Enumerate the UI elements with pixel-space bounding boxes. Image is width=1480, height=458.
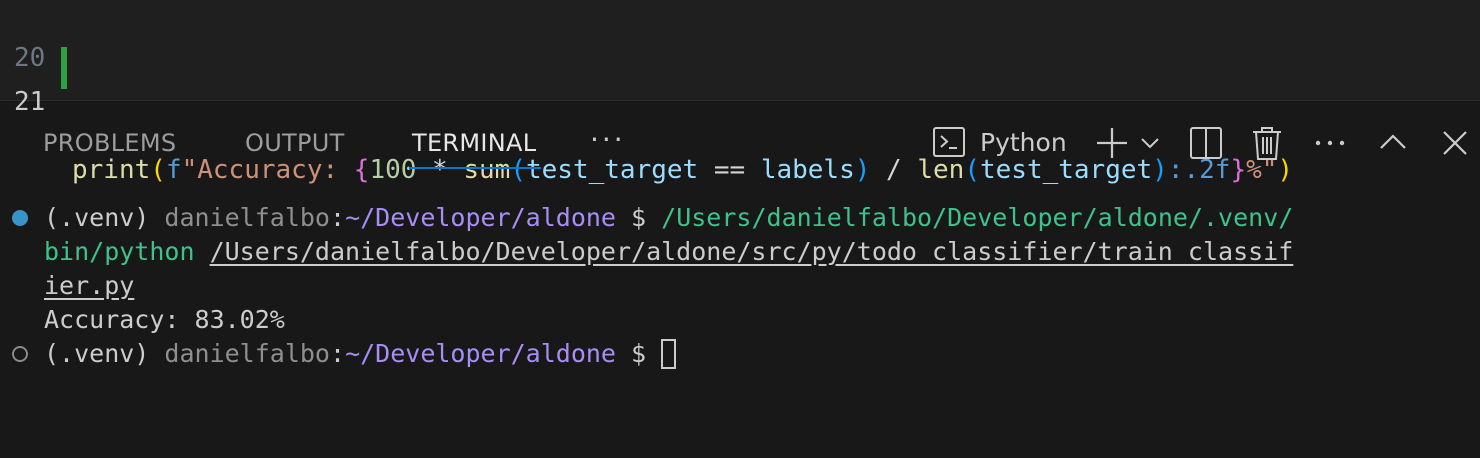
terminal-icon <box>933 127 965 157</box>
prompt-path: ~/Developer/aldone <box>345 203 616 232</box>
file-path-link[interactable]: /Users/danielfalbo/Developer/aldone/src/… <box>210 237 1294 266</box>
trash-icon <box>1253 127 1281 160</box>
add-icon <box>1097 128 1127 158</box>
prompt-separator: : <box>330 339 346 368</box>
tab-terminal[interactable]: TERMINAL <box>409 129 542 169</box>
chevron-up-icon <box>1380 134 1406 149</box>
active-tab-indicator <box>409 167 542 169</box>
command-pending-decoration[interactable] <box>12 346 28 362</box>
editor-line-21[interactable]: 21 print(f"Accuracy: {100 * sum(test_tar… <box>0 47 1293 185</box>
prompt-user: danielfalbo <box>164 203 330 232</box>
prompt-separator: : <box>330 203 346 232</box>
terminal-line: bin/python /Users/danielfalbo/Developer/… <box>44 235 1293 269</box>
kill-terminal-button[interactable] <box>1250 123 1284 163</box>
new-terminal-button[interactable] <box>1092 123 1132 163</box>
command-space <box>195 237 210 266</box>
terminal-output[interactable]: (.venv) danielfalbo:~/Developer/aldone $… <box>0 200 1480 458</box>
terminal-line: (.venv) danielfalbo:~/Developer/aldone $… <box>44 201 1293 235</box>
venv-prefix: (.venv) <box>44 339 165 368</box>
prompt-symbol: $ <box>616 339 662 368</box>
terminal-line: (.venv) danielfalbo:~/Developer/aldone $ <box>44 337 677 371</box>
prompt-user: danielfalbo <box>164 339 330 368</box>
venv-prefix: (.venv) <box>44 203 165 232</box>
terminal-selector[interactable]: Python <box>932 123 1077 163</box>
tab-output[interactable]: OUTPUT <box>245 129 345 169</box>
prompt-path: ~/Developer/aldone <box>345 339 616 368</box>
more-icon <box>1315 140 1345 146</box>
split-icon <box>1190 127 1222 159</box>
close-icon <box>1443 131 1467 155</box>
split-terminal-button[interactable] <box>1188 123 1224 163</box>
more-actions-button[interactable] <box>1310 123 1350 163</box>
terminal-launch-profile-button[interactable] <box>1138 123 1162 163</box>
terminal-line: Accuracy: 83.02% <box>44 303 285 337</box>
terminal-cursor[interactable] <box>661 339 677 369</box>
command-text: /Users/danielfalbo/Developer/aldone/.ven… <box>661 203 1294 232</box>
tab-problems[interactable]: PROBLEMS <box>43 129 176 169</box>
prompt-symbol: $ <box>616 203 662 232</box>
maximize-panel-button[interactable] <box>1376 123 1410 163</box>
command-text: bin/python <box>44 237 195 266</box>
tab-terminal-label: TERMINAL <box>412 129 537 157</box>
code-editor[interactable]: 20 21 print(f"Accuracy: {100 * sum(test_… <box>0 0 1480 185</box>
panel-tab-bar: PROBLEMS OUTPUT TERMINAL ··· Python <box>0 101 1480 181</box>
close-panel-button[interactable] <box>1438 123 1472 163</box>
file-path-link[interactable]: ier.py <box>44 271 134 300</box>
editor-line-20[interactable]: 20 <box>0 7 94 73</box>
terminal-name: Python <box>980 128 1067 157</box>
program-output: Accuracy: 83.02% <box>44 305 285 334</box>
more-tabs-button[interactable]: ··· <box>590 123 626 156</box>
command-success-decoration[interactable] <box>12 210 28 226</box>
vscode-window: 20 21 print(f"Accuracy: {100 * sum(test_… <box>0 0 1480 458</box>
git-added-marker[interactable] <box>61 47 67 89</box>
terminal-line: ier.py <box>44 269 134 303</box>
chevron-down-icon <box>1141 138 1159 149</box>
